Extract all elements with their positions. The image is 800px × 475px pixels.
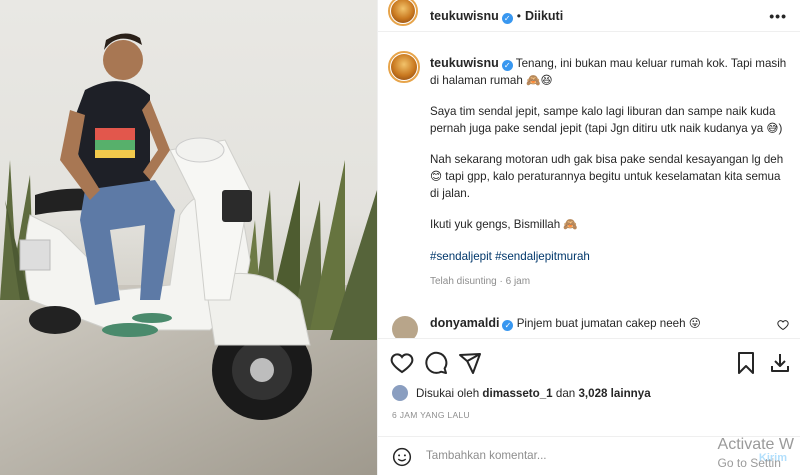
- caption-text-3: Nah sekarang motoran udh gak bisa pake s…: [430, 153, 784, 200]
- comment-like-icon[interactable]: [777, 319, 789, 331]
- commenter-avatar[interactable]: [392, 316, 418, 338]
- caption-username[interactable]: teukuwisnu: [430, 56, 499, 70]
- post-panel: teukuwisnu ✓ • Diikuti ••• teukuwisnu ✓ Tena…: [377, 0, 800, 475]
- likes-summary: Disukai oleh dimasseto_1 dan 3,028 lainn…: [392, 385, 651, 401]
- avatar-image: [391, 54, 417, 80]
- comment-icon[interactable]: [424, 351, 448, 375]
- liker-avatar[interactable]: [392, 385, 408, 401]
- likes-count[interactable]: 3,028 lainnya: [578, 387, 650, 400]
- likes-user[interactable]: dimasseto_1: [482, 387, 552, 400]
- verified-badge-icon: ✓: [501, 60, 513, 71]
- download-icon[interactable]: [768, 351, 792, 375]
- watermark-line-1: Activate W: [717, 436, 794, 453]
- post-header: teukuwisnu ✓ • Diikuti •••: [378, 0, 800, 32]
- comments-scroll-area[interactable]: teukuwisnu ✓ Tenang, ini bukan mau keluar…: [378, 33, 800, 338]
- comment-input[interactable]: Tambahkan komentar...: [426, 449, 547, 462]
- likes-middle: dan: [555, 386, 576, 400]
- caption-text-2: Saya tim sendal jepit, sampe kalo lagi l…: [430, 105, 783, 135]
- emoji-icon[interactable]: [392, 447, 412, 467]
- caption-hashtags[interactable]: #sendaljepit #sendaljepitmurah: [430, 249, 790, 266]
- author-avatar[interactable]: [388, 0, 418, 26]
- verified-badge-icon: ✓: [502, 320, 514, 331]
- more-horizontal-icon[interactable]: •••: [769, 8, 787, 24]
- header-separator: •: [516, 9, 521, 23]
- photo-illustration: [0, 33, 377, 475]
- watermark-line-2: Go to Settin: [717, 456, 781, 470]
- caption-timestamp: Telah disunting · 6 jam: [430, 276, 531, 288]
- verified-badge-icon: ✓: [501, 13, 513, 24]
- bookmark-icon[interactable]: [734, 351, 758, 375]
- header-username[interactable]: teukuwisnu: [430, 9, 499, 23]
- caption-paragraph: teukuwisnu ✓ Tenang, ini bukan mau keluar…: [430, 55, 790, 89]
- activation-watermark: Activate W Go to Settin: [718, 436, 794, 470]
- post-photo[interactable]: [0, 0, 377, 475]
- share-icon[interactable]: [458, 351, 482, 375]
- action-bar: [378, 338, 800, 380]
- caption-avatar[interactable]: [388, 51, 420, 83]
- likes-prefix: Disukai oleh: [416, 386, 480, 400]
- comment-text: Pinjem buat jumatan cakep neeh 😛: [516, 317, 701, 330]
- posted-ago: 6 JAM YANG LALU: [392, 410, 470, 420]
- caption: teukuwisnu ✓ Tenang, ini bukan mau keluar…: [430, 55, 790, 291]
- comment: donyamaldi ✓ Pinjem buat jumatan cakep ne…: [430, 315, 770, 332]
- follow-status-button[interactable]: Diikuti: [525, 9, 563, 23]
- avatar-image: [391, 0, 415, 23]
- header-user-line: teukuwisnu ✓ • Diikuti: [430, 7, 563, 25]
- comment-username[interactable]: donyamaldi: [430, 316, 499, 330]
- heart-icon[interactable]: [390, 351, 414, 375]
- caption-text-4: Ikuti yuk gengs, Bismillah 🙈: [430, 218, 578, 232]
